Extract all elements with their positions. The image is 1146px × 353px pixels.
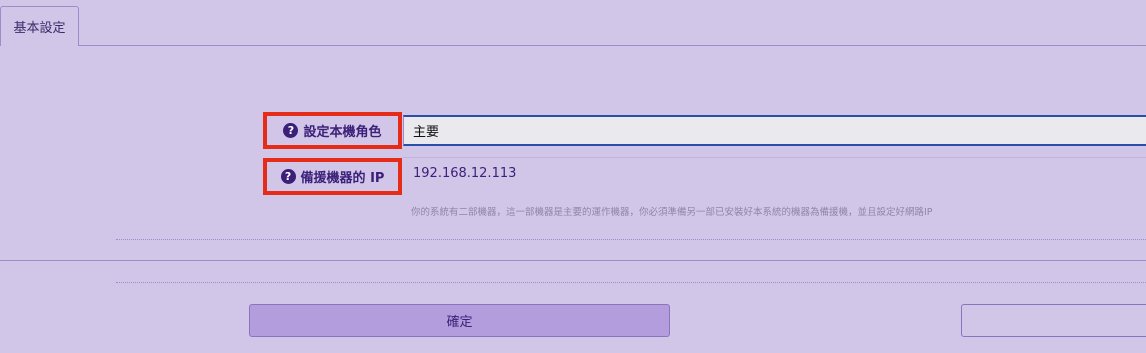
backup-ip-label-text: 備援機器的 IP (300, 171, 385, 186)
question-circle-icon[interactable]: ? (283, 123, 299, 138)
role-select-value: 主要 (413, 125, 440, 140)
secondary-button[interactable] (961, 304, 1146, 337)
tab-basic-settings[interactable]: 基本設定 (0, 6, 79, 46)
dotted-divider (116, 239, 1146, 240)
backup-ip-value: 192.168.12.113 (413, 166, 517, 181)
tab-strip-divider (0, 45, 1146, 46)
hint-text: 你的系統有二部機器，這一部機器是主要的運作機器，你必須準備另一部已安裝好本系統的… (411, 207, 933, 218)
dotted-divider (116, 282, 1146, 283)
tab-label: 基本設定 (13, 21, 66, 36)
question-circle-icon[interactable]: ? (280, 169, 296, 184)
row-divider (403, 157, 1146, 158)
confirm-button[interactable]: 確定 (249, 304, 670, 337)
section-divider (0, 260, 1146, 261)
role-label-text: 設定本機角色 (303, 125, 382, 140)
backup-ip-label: ? 備援機器的 IP (263, 158, 402, 195)
role-select[interactable]: 主要 (403, 115, 1146, 146)
role-label: ? 設定本機角色 (263, 112, 402, 149)
page: 基本設定 ? 設定本機角色 主要 ? 備援機器的 IP 192.168.12.1… (0, 0, 1146, 353)
